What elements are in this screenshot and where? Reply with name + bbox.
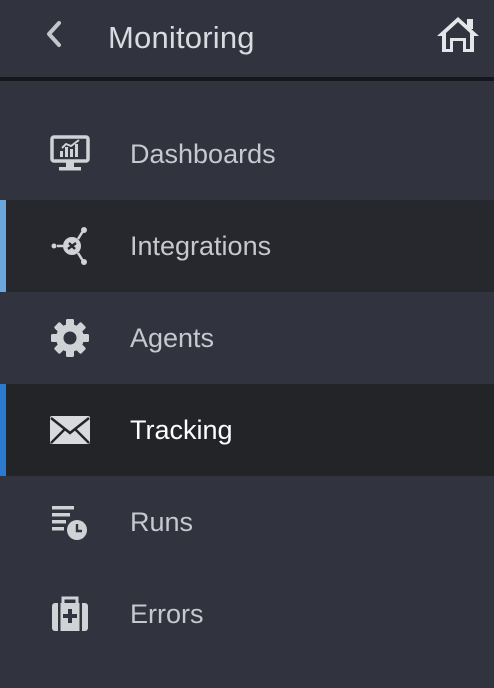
nav-item-integrations[interactable]: Integrations [0, 200, 494, 292]
nav-item-runs[interactable]: Runs [0, 476, 494, 568]
monitor-chart-icon [46, 132, 94, 176]
page-title: Monitoring [108, 20, 255, 55]
integration-hub-icon [46, 224, 94, 268]
home-button[interactable] [434, 14, 482, 58]
first-aid-kit-icon [46, 592, 94, 636]
envelope-icon [46, 408, 94, 452]
nav-item-indicator [0, 108, 6, 200]
monitoring-sidebar: Monitoring Dashboards Integrations Agent… [0, 0, 494, 688]
nav-item-label: Errors [130, 599, 204, 629]
header: Monitoring [0, 0, 494, 77]
nav-item-label: Agents [130, 323, 215, 353]
nav-item-label: Dashboards [130, 139, 276, 169]
nav-item-indicator [0, 476, 6, 568]
gear-icon [46, 316, 94, 360]
chevron-left-icon [42, 19, 66, 54]
nav-item-errors[interactable]: Errors [0, 568, 494, 660]
nav-item-indicator [0, 384, 6, 476]
nav-item-label: Runs [130, 507, 194, 537]
back-button[interactable] [36, 18, 72, 54]
nav-item-indicator [0, 292, 6, 384]
nav-item-indicator [0, 200, 6, 292]
home-icon [435, 13, 481, 60]
nav-menu: Dashboards Integrations Agents Tracking … [0, 108, 494, 660]
nav-item-indicator [0, 568, 6, 660]
nav-item-dashboards[interactable]: Dashboards [0, 108, 494, 200]
list-clock-icon [46, 500, 94, 544]
nav-item-tracking[interactable]: Tracking [0, 384, 494, 476]
header-divider [0, 77, 494, 81]
nav-item-label: Tracking [130, 415, 233, 445]
nav-item-agents[interactable]: Agents [0, 292, 494, 384]
nav-item-label: Integrations [130, 231, 272, 261]
